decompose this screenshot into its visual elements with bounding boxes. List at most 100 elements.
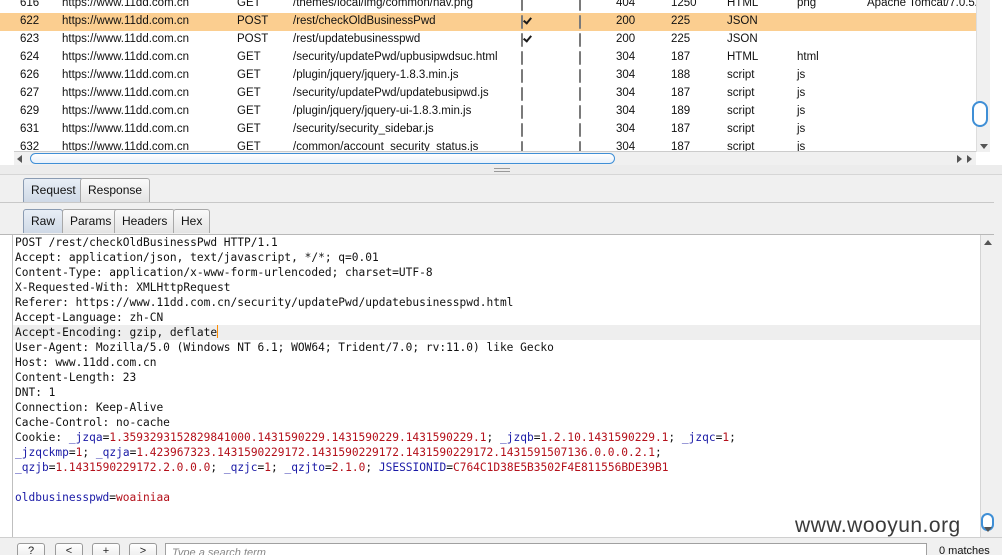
row-number: 631 — [20, 123, 40, 135]
scroll-down-arrow-icon[interactable] — [980, 144, 988, 149]
edited-checkbox[interactable] — [579, 87, 581, 101]
row-length: 225 — [671, 15, 691, 27]
row-method: POST — [237, 33, 269, 45]
row-length: 187 — [671, 87, 691, 99]
cookie-name: _jzqb — [500, 431, 534, 444]
row-url: /security/security_sidebar.js — [293, 123, 434, 135]
history-scroll-thumb[interactable] — [972, 101, 988, 127]
proxy-history-table: 616 https://www.11dd.com.cn GET /themes/… — [0, 0, 1002, 165]
params-checkbox[interactable] — [521, 33, 523, 47]
cookie-line-3: _qzjb=1.1431590229172.2.0.0.0; _qzjc=1; … — [15, 461, 669, 474]
cookie-separator: ; — [486, 431, 500, 444]
tab-params[interactable]: Params — [62, 209, 120, 233]
row-status: 304 — [616, 105, 636, 117]
row-status: 200 — [616, 15, 636, 27]
row-extension: png — [797, 0, 817, 9]
params-checkbox[interactable] — [521, 0, 523, 11]
edited-checkbox[interactable] — [579, 15, 581, 29]
cookie-name: _jzqc — [681, 431, 716, 444]
request-response-tabs: Request Response — [0, 175, 1002, 203]
cookie-separator: ; — [654, 446, 662, 459]
add-button[interactable]: + — [92, 543, 120, 555]
tab-request[interactable]: Request — [23, 178, 84, 202]
header-accept-language: Accept-Language: zh-CN — [15, 311, 164, 324]
header-accept-encoding: Accept-Encoding: gzip, deflate — [15, 326, 218, 339]
previous-match-button[interactable]: < — [55, 543, 83, 555]
scroll-right-arrow-icon[interactable] — [967, 155, 972, 163]
edited-checkbox[interactable] — [579, 105, 581, 119]
editor-vertical-scrollbar[interactable] — [980, 235, 994, 537]
row-url: /security/updatePwd/updatebusipwd.js — [293, 87, 489, 99]
history-vertical-scrollbar[interactable] — [976, 0, 990, 152]
cookie-name: _jzqckmp — [15, 446, 69, 459]
tab-headers[interactable]: Headers — [114, 209, 176, 233]
params-checkbox[interactable] — [521, 87, 523, 101]
edited-checkbox[interactable] — [579, 123, 581, 137]
row-url: /plugin/jquery/jquery-ui-1.8.3.min.js — [293, 105, 472, 117]
edited-checkbox[interactable] — [579, 69, 581, 83]
table-row[interactable]: 629 https://www.11dd.com.cn GET /plugin/… — [0, 103, 976, 121]
scroll-down-arrow-icon[interactable] — [984, 527, 992, 532]
horizontal-scroll-thumb[interactable] — [30, 153, 615, 164]
table-row[interactable]: 627 https://www.11dd.com.cn GET /securit… — [0, 85, 976, 103]
row-number: 616 — [20, 0, 40, 9]
row-host: https://www.11dd.com.cn — [62, 123, 189, 135]
cookie-name: _qzjc — [223, 461, 258, 474]
search-input[interactable]: Type a search term — [165, 543, 927, 555]
cookie-line-2: _jzqckmp=1; _qzja=1.423967323.1431590229… — [15, 446, 662, 459]
tab-hex[interactable]: Hex — [173, 209, 211, 233]
table-row[interactable]: 623 https://www.11dd.com.cn POST /rest/u… — [0, 31, 976, 49]
edited-checkbox[interactable] — [579, 0, 581, 11]
table-row[interactable]: 624 https://www.11dd.com.cn GET /securit… — [0, 49, 976, 67]
match-count: 0 matches — [939, 545, 990, 555]
next-match-button[interactable]: > — [129, 543, 157, 555]
table-row[interactable]: 631 https://www.11dd.com.cn GET /securit… — [0, 121, 976, 139]
pane-splitter[interactable] — [0, 165, 1002, 175]
params-checkbox[interactable] — [521, 105, 523, 119]
row-method: GET — [237, 87, 261, 99]
table-row[interactable]: 616 https://www.11dd.com.cn GET /themes/… — [0, 0, 976, 13]
row-status: 404 — [616, 0, 636, 9]
row-mime: script — [727, 69, 755, 81]
params-checkbox[interactable] — [521, 51, 523, 65]
body-param-name: oldbusinesspwd — [15, 491, 110, 504]
row-length: 225 — [671, 33, 691, 45]
raw-request-editor[interactable]: POST /rest/checkOldBusinessPwd HTTP/1.1 … — [12, 235, 980, 537]
splitter-grip-icon[interactable] — [494, 168, 510, 172]
scroll-right-arrow-icon[interactable] — [957, 155, 962, 163]
scroll-up-arrow-icon[interactable] — [984, 240, 992, 245]
row-mime: script — [727, 123, 755, 135]
row-length: 188 — [671, 69, 691, 81]
row-mime: HTML — [727, 51, 759, 63]
cookie-separator: ; — [668, 431, 682, 444]
row-host: https://www.11dd.com.cn — [62, 15, 189, 27]
row-method: GET — [237, 123, 261, 135]
table-row[interactable]: 626 https://www.11dd.com.cn GET /plugin/… — [0, 67, 976, 85]
cookie-line-1: Cookie: _jzqa=1.3593293152829841000.1431… — [15, 431, 736, 444]
row-number: 627 — [20, 87, 40, 99]
row-status: 304 — [616, 87, 636, 99]
request-body: oldbusinesspwd=woainiaa — [15, 491, 170, 504]
cookie-name: _qzjb — [15, 461, 49, 474]
row-host: https://www.11dd.com.cn — [62, 87, 189, 99]
row-mime: JSON — [727, 15, 758, 27]
help-button[interactable]: ? — [17, 543, 45, 555]
table-row-selected[interactable]: 622 https://www.11dd.com.cn POST /rest/c… — [0, 13, 976, 31]
header-content-length: Content-Length: 23 — [15, 371, 137, 384]
header-x-requested-with: X-Requested-With: XMLHttpRequest — [15, 281, 231, 294]
header-accept-encoding-current-line: Accept-Encoding: gzip, deflate — [13, 325, 980, 340]
row-method: POST — [237, 15, 269, 27]
params-checkbox[interactable] — [521, 69, 523, 83]
tab-raw[interactable]: Raw — [23, 209, 64, 233]
params-checkbox[interactable] — [521, 15, 523, 29]
edited-checkbox[interactable] — [579, 51, 581, 65]
row-length: 189 — [671, 105, 691, 117]
scroll-left-arrow-icon[interactable] — [17, 155, 22, 163]
tab-response[interactable]: Response — [80, 178, 151, 202]
history-horizontal-scrollbar[interactable] — [14, 151, 976, 165]
row-host: https://www.11dd.com.cn — [62, 0, 189, 9]
params-checkbox[interactable] — [521, 123, 523, 137]
edited-checkbox[interactable] — [579, 33, 581, 47]
row-mime: script — [727, 87, 755, 99]
text-caret — [217, 325, 219, 338]
